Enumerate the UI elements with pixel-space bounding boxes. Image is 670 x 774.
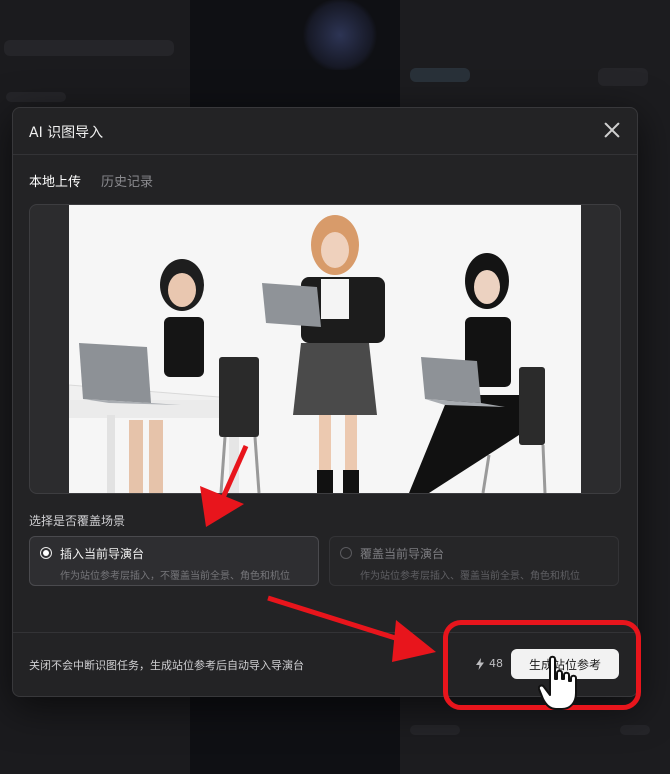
annotation-arrow-top (219, 444, 249, 502)
annotation-arrowhead-bottom (392, 620, 436, 662)
annotation-arrowhead-top (200, 486, 244, 527)
annotation-arrow-bottom (267, 595, 409, 645)
hand-cursor-icon (538, 655, 577, 710)
